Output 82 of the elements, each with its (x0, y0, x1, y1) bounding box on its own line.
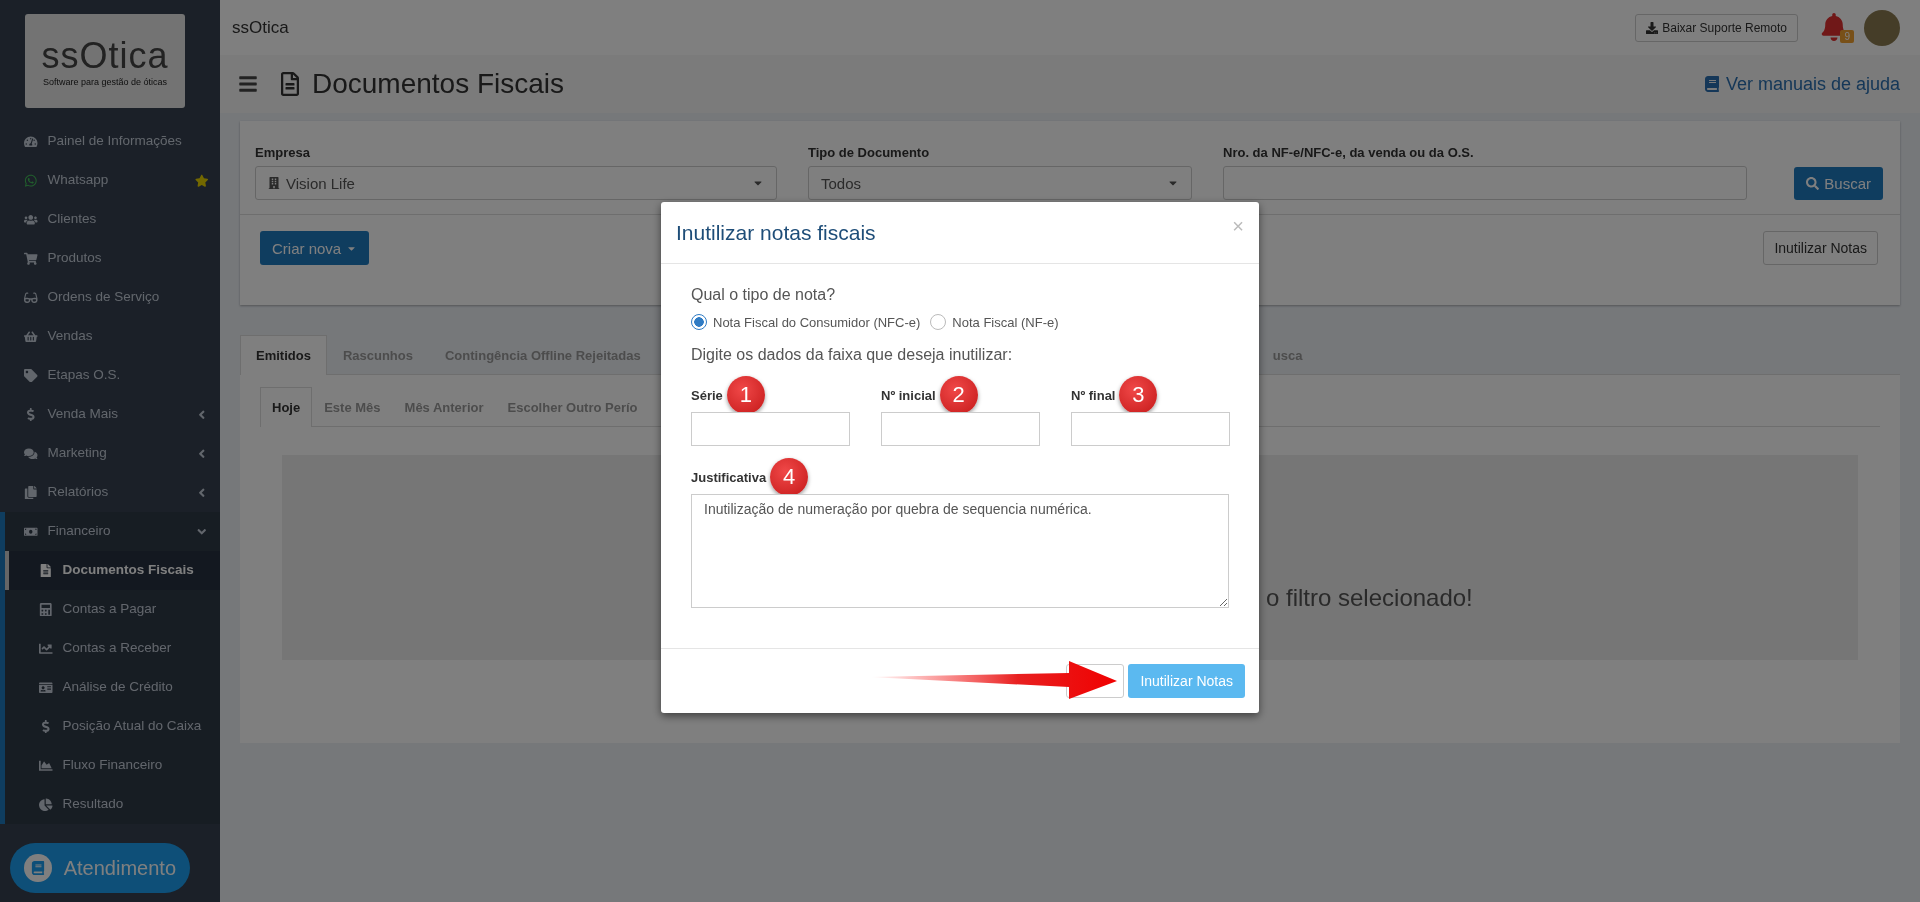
chat-bubble-icon (24, 173, 38, 188)
book-icon (24, 854, 52, 882)
document-icon (39, 563, 53, 578)
number-marker: 4 (770, 458, 809, 496)
empty-message: o filtro selecionado! (1266, 584, 1473, 612)
copy-icon (24, 485, 38, 500)
menu-icon[interactable] (238, 74, 258, 94)
number-marker: 2 (939, 376, 978, 414)
field-label: Justificativa (691, 469, 767, 485)
sidebar-subitem[interactable]: Contas a Pagar (5, 590, 220, 629)
field-label: Tipo de Documento (808, 145, 931, 160)
document-icon (278, 72, 302, 96)
notification-badge: 9 (1840, 29, 1854, 43)
number-marker: 1 (726, 376, 765, 414)
support-button[interactable]: Baixar Suporte Remoto (1635, 13, 1798, 42)
help-link[interactable]: Ver manuais de ajuda (1703, 73, 1900, 95)
building-icon (268, 177, 280, 189)
id-card-icon (39, 680, 53, 695)
pie-chart-icon (39, 797, 53, 812)
sidebar-item[interactable]: Marketing (5, 434, 220, 473)
sidebar-item[interactable]: Whatsapp (5, 161, 220, 200)
sidebar-subitem[interactable]: Documentos Fiscais (5, 551, 220, 590)
logo-tagline: Software para gestão de óticas (42, 77, 168, 87)
input-field[interactable] (1071, 412, 1230, 446)
field-label: Nº final (1071, 387, 1116, 403)
input-field[interactable] (1223, 166, 1747, 200)
sidebar-item[interactable]: Produtos (5, 239, 220, 278)
select-field[interactable]: Vision Life (255, 166, 777, 200)
confirm-button[interactable]: Inutilizar Notas (1128, 664, 1245, 698)
input-field[interactable] (691, 412, 850, 446)
avatar[interactable] (1864, 9, 1900, 46)
cart-icon (24, 251, 38, 266)
modal-title: Inutilizar notas fiscais (676, 220, 876, 245)
users-icon (24, 212, 38, 227)
sidebar-subitem[interactable]: Resultado (5, 785, 220, 824)
field-label: Série (691, 387, 723, 403)
book-icon (1703, 76, 1720, 92)
radio-button[interactable] (691, 314, 707, 330)
sidebar-item[interactable]: Vendas (5, 317, 220, 356)
sidebar-item[interactable]: Ordens de Serviço (5, 278, 220, 317)
sidebar-item[interactable]: Clientes (5, 200, 220, 239)
logo-text: ssOtica (232, 17, 290, 38)
sidebar-item[interactable]: Relatórios (5, 473, 220, 512)
logo-text: ssOtica (41, 35, 169, 77)
sidebar-item[interactable]: Etapas O.S. (5, 356, 220, 395)
question-text: Qual o tipo de nota? (691, 286, 837, 304)
comments-icon (24, 446, 38, 461)
tab[interactable]: Emitidos (240, 335, 327, 375)
field-label: Empresa (255, 145, 311, 160)
basket-icon (24, 329, 38, 344)
sidebar-subitem[interactable]: Posição Atual do Caixa (5, 707, 220, 746)
prompt-text: Digite os dados da faixa que deseja inutilizar: (691, 346, 1014, 364)
radio-button[interactable] (930, 314, 947, 330)
select-field[interactable]: Todos (808, 166, 1192, 200)
area-chart-icon (39, 758, 53, 773)
create-button[interactable]: Criar nova (260, 231, 370, 265)
tag-icon (24, 368, 38, 383)
field-label: Nº inicial (881, 387, 936, 403)
number-marker: 3 (1119, 376, 1158, 414)
sidebar-item[interactable]: Financeiro (5, 512, 220, 551)
radio-label: Nota Fiscal (NF-e) (952, 314, 1059, 330)
sidebar-subitem[interactable]: Análise de Crédito (5, 668, 220, 707)
download-icon (1646, 21, 1659, 34)
search-icon (1806, 177, 1820, 190)
dashboard-icon (24, 134, 38, 149)
field-label: Nro. da NF-e/NFC-e, da venda ou da O.S. (1223, 145, 1475, 160)
text-area[interactable]: Inutilização de numeração por quebra de sequencia numérica. (691, 494, 1229, 608)
glasses-icon (24, 290, 38, 305)
sidebar-item[interactable]: Painel de Informações (5, 122, 220, 161)
input-field[interactable] (881, 412, 1040, 446)
line-chart-icon (39, 641, 53, 656)
search-button[interactable]: Buscar (1794, 167, 1883, 200)
close-button[interactable]: × (1232, 215, 1244, 238)
calculator-icon (39, 602, 53, 617)
page-title-text: Documentos Fiscais (312, 68, 565, 100)
void-notes-button[interactable]: Inutilizar Notas (1763, 231, 1878, 265)
sidebar-subitem[interactable]: Contas a Receber (5, 629, 220, 668)
tab[interactable]: Hoje (260, 387, 313, 427)
sidebar-item[interactable]: Venda Mais (5, 395, 220, 434)
sidebar-subitem[interactable]: Fluxo Financeiro (5, 746, 220, 785)
chat-button[interactable]: Atendimento (10, 843, 190, 893)
radio-option[interactable]: Nota Fiscal (NF-e) (930, 314, 1059, 330)
